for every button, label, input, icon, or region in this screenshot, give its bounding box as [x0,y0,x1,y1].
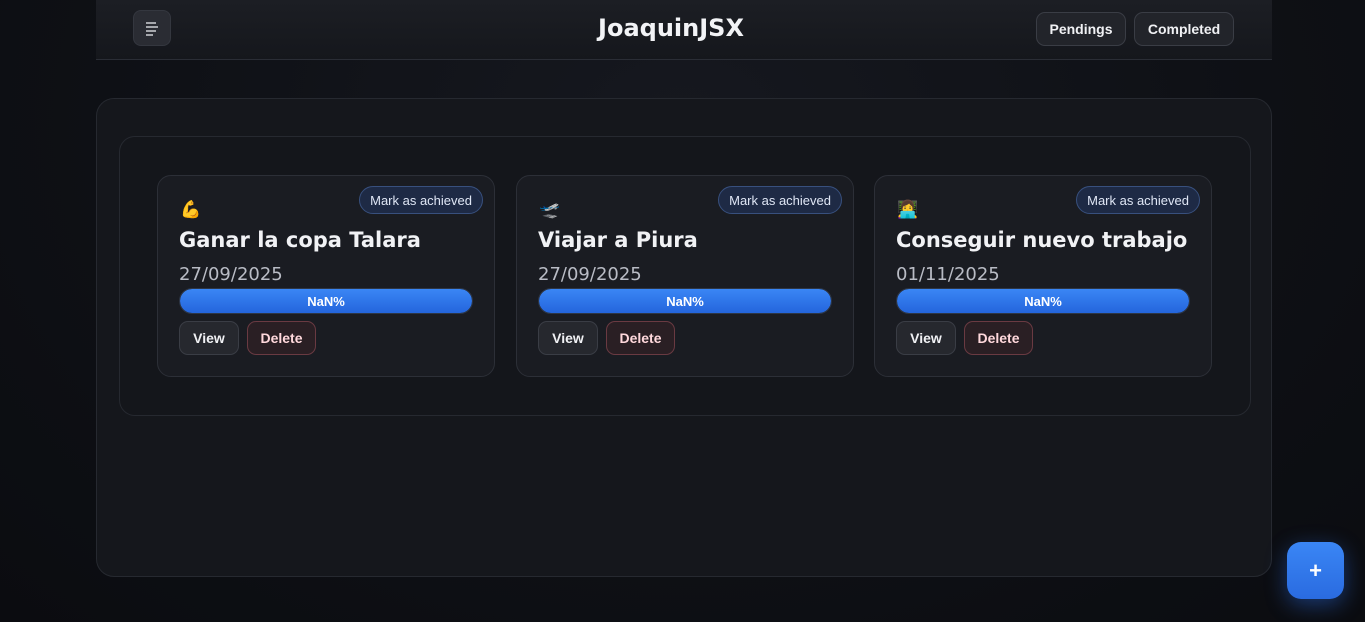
airplane-departure-icon: 🛫 [539,200,561,219]
goal-date: 27/09/2025 [538,264,642,285]
mark-achieved-button[interactable]: Mark as achieved [718,186,842,214]
goal-card: Mark as achieved 👩‍💻 Conseguir nuevo tra… [874,175,1212,377]
goal-card: Mark as achieved 💪 Ganar la copa Talara … [157,175,495,377]
plus-icon: + [1309,557,1322,583]
goal-title: Ganar la copa Talara [179,228,421,252]
view-button[interactable]: View [538,321,598,355]
delete-button[interactable]: Delete [606,321,675,355]
completed-button[interactable]: Completed [1134,12,1234,46]
mark-achieved-button[interactable]: Mark as achieved [1076,186,1200,214]
top-header: JoaquinJSX Pendings Completed [96,0,1272,60]
technologist-icon: 👩‍💻 [897,200,919,219]
goal-date: 01/11/2025 [896,264,1000,285]
progress-text: NaN% [1024,293,1062,309]
mark-achieved-button[interactable]: Mark as achieved [359,186,483,214]
progress-text: NaN% [666,293,704,309]
goal-card: Mark as achieved 🛫 Viajar a Piura 27/09/… [516,175,854,377]
delete-button[interactable]: Delete [964,321,1033,355]
goal-title: Conseguir nuevo trabajo [896,228,1188,252]
pendings-button[interactable]: Pendings [1036,12,1126,46]
progress-bar: NaN% [179,288,473,314]
goal-title: Viajar a Piura [538,228,698,252]
progress-bar: NaN% [896,288,1190,314]
view-button[interactable]: View [179,321,239,355]
progress-bar: NaN% [538,288,832,314]
view-button[interactable]: View [896,321,956,355]
flexed-biceps-icon: 💪 [180,200,202,219]
goal-date: 27/09/2025 [179,264,283,285]
delete-button[interactable]: Delete [247,321,316,355]
progress-text: NaN% [307,293,345,309]
main-panel: Mark as achieved 💪 Ganar la copa Talara … [96,98,1272,577]
goals-container: Mark as achieved 💪 Ganar la copa Talara … [119,136,1251,416]
add-goal-button[interactable]: + [1287,542,1344,599]
